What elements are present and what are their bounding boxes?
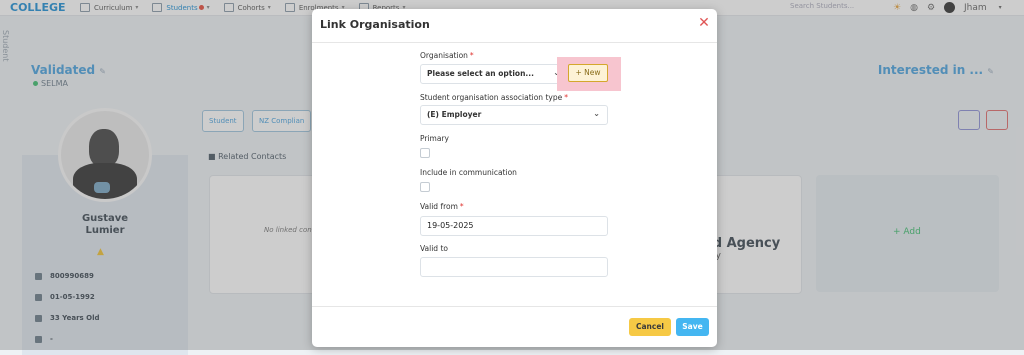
organisation-label-text: Organisation <box>420 51 468 60</box>
valid-from-label-text: Valid from <box>420 202 458 211</box>
modal-title: Link Organisation <box>320 18 430 31</box>
include-comm-checkbox[interactable] <box>420 182 430 192</box>
assoc-type-label-text: Student organisation association type <box>420 93 563 102</box>
modal-header: Link Organisation ✕ <box>312 9 717 43</box>
valid-to-input[interactable] <box>420 257 608 277</box>
organisation-label: Organisation * <box>420 51 474 60</box>
valid-from-input[interactable]: 19-05-2025 <box>420 216 608 236</box>
assoc-type-label: Student organisation association type * <box>420 93 568 102</box>
new-organisation-button[interactable]: + New <box>568 64 608 82</box>
primary-checkbox[interactable] <box>420 148 430 158</box>
required-mark: * <box>459 202 464 211</box>
chevron-down-icon: ⌄ <box>593 109 600 118</box>
organisation-select-value: Please select an option... <box>427 69 534 78</box>
primary-label: Primary <box>420 134 449 143</box>
valid-from-value: 19-05-2025 <box>427 221 474 230</box>
assoc-type-value: (E) Employer <box>427 110 482 119</box>
modal-footer: Cancel Save <box>312 306 717 348</box>
required-mark: * <box>469 51 474 60</box>
required-mark: * <box>564 93 568 102</box>
assoc-type-select[interactable]: (E) Employer ⌄ <box>420 105 608 125</box>
organisation-select[interactable]: Please select an option... ⌄ <box>420 64 568 84</box>
link-organisation-modal: Link Organisation ✕ Organisation * Please… <box>312 9 717 347</box>
valid-from-label: Valid from * <box>420 202 464 211</box>
close-icon[interactable]: ✕ <box>697 16 711 30</box>
save-button[interactable]: Save <box>676 318 709 336</box>
include-comm-label: Include in communication <box>420 168 517 177</box>
cancel-button[interactable]: Cancel <box>629 318 671 336</box>
valid-to-label: Valid to <box>420 244 448 253</box>
